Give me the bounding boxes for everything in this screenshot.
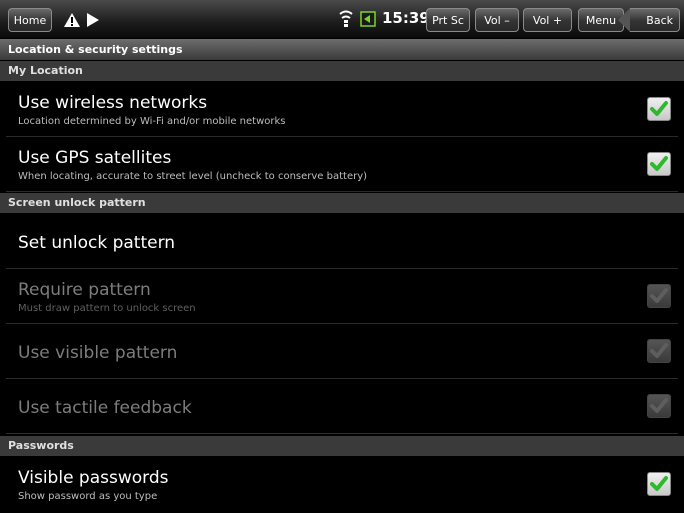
checkmark-icon [650,101,668,116]
checkmark-icon [650,343,668,358]
checkbox-checked[interactable] [647,472,671,496]
setting-title: Use tactile feedback [18,398,192,418]
setting-summary: Location determined by Wi-Fi and/or mobi… [18,116,286,127]
setting-summary: Must draw pattern to unlock screen [18,303,196,314]
battery-icon [360,11,376,31]
back-button[interactable]: Back [618,8,680,32]
home-button[interactable]: Home [8,8,52,32]
wifi-signal-icon [339,10,353,32]
setting-use-gps-satellites[interactable]: Use GPS satellites When locating, accura… [6,137,678,192]
setting-use-visible-pattern[interactable]: Use visible pattern [6,324,678,379]
setting-summary: Show password as you type [18,491,158,502]
checkmark-icon [650,288,668,303]
setting-title: Use wireless networks [18,93,208,113]
checkmark-icon [650,476,668,491]
setting-title: Use GPS satellites [18,148,172,168]
back-label: Back [646,13,673,27]
print-screen-button[interactable]: Prt Sc [426,8,470,32]
clock: 15:39 [382,9,430,27]
setting-title: Use visible pattern [18,343,178,363]
setting-visible-passwords[interactable]: Visible passwords Show password as you t… [6,457,678,512]
status-bar: Home 15:39 Prt Sc Vol – Vol + Menu Back [0,0,684,39]
section-header-my-location: My Location [0,61,684,81]
checkbox-checked[interactable] [647,152,671,176]
setting-set-unlock-pattern[interactable]: Set unlock pattern [6,214,678,269]
volume-up-button[interactable]: Vol + [523,8,572,32]
checkbox-disabled [647,339,671,363]
checkbox-disabled [647,284,671,308]
checkmark-icon [650,398,668,413]
setting-require-pattern[interactable]: Require pattern Must draw pattern to unl… [6,269,678,324]
back-arrow-icon [618,8,630,32]
checkbox-checked[interactable] [647,97,671,121]
page-title: Location & security settings [0,39,684,60]
setting-title: Set unlock pattern [18,233,176,253]
section-header-screen-unlock: Screen unlock pattern [0,193,684,213]
play-icon [86,12,100,32]
volume-down-button[interactable]: Vol – [475,8,519,32]
checkbox-disabled [647,394,671,418]
setting-use-wireless-networks[interactable]: Use wireless networks Location determine… [6,82,678,137]
setting-use-tactile-feedback[interactable]: Use tactile feedback [6,379,678,434]
setting-title: Require pattern [18,280,151,300]
checkmark-icon [650,156,668,171]
setting-title: Visible passwords [18,468,169,488]
section-header-passwords: Passwords [0,436,684,456]
setting-summary: When locating, accurate to street level … [18,171,368,182]
warning-icon [63,12,81,32]
